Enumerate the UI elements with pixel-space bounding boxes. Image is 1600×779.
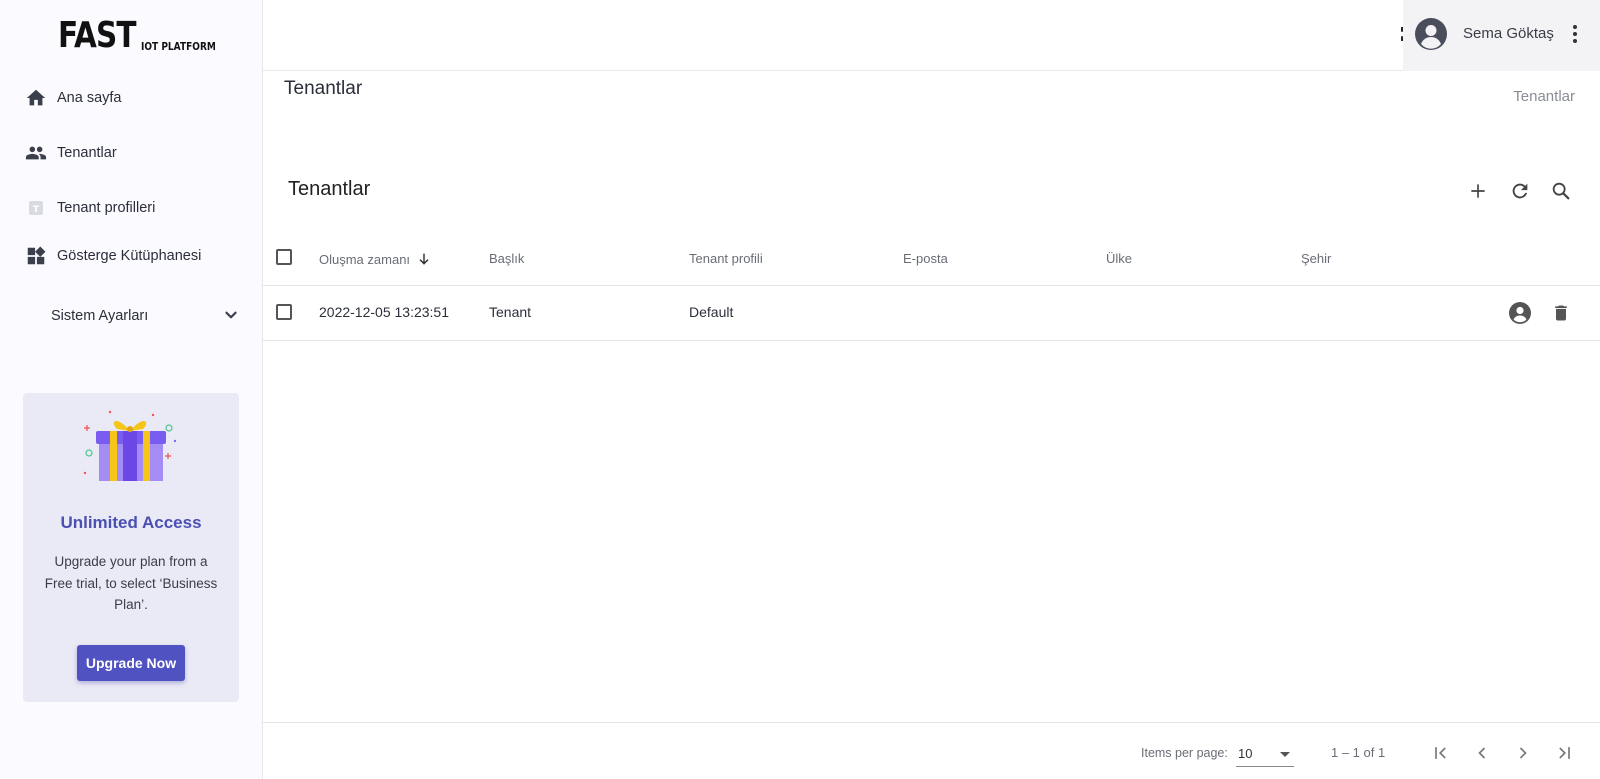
- logo[interactable]: FAST IOT PLATFORM: [58, 14, 232, 54]
- column-header-label: Oluşma zamanı: [319, 251, 411, 267]
- upgrade-promo-card: Unlimited Access Upgrade your plan from …: [23, 393, 239, 702]
- gift-icon: [79, 407, 183, 483]
- logo-main-text: FAST: [58, 15, 137, 56]
- sidebar-item-widget-library[interactable]: Gösterge Kütüphanesi: [24, 244, 201, 268]
- column-header-city[interactable]: Şehir: [1301, 251, 1331, 266]
- first-page-icon[interactable]: [1427, 739, 1455, 767]
- users-icon: [24, 141, 48, 165]
- more-vert-icon[interactable]: [1563, 22, 1587, 46]
- previous-page-icon[interactable]: [1468, 739, 1496, 767]
- breadcrumb[interactable]: Tenantlar: [1513, 88, 1575, 105]
- logo-sub-text: IOT PLATFORM: [140, 40, 216, 53]
- page-title: Tenantlar: [284, 78, 363, 99]
- column-header-created[interactable]: Oluşma zamanı: [319, 251, 432, 267]
- select-all-checkbox[interactable]: [276, 249, 292, 265]
- column-header-country[interactable]: Ülke: [1106, 251, 1132, 266]
- tenants-table: Oluşma zamanı Başlık Tenant profili E-po…: [263, 232, 1600, 341]
- svg-text:T: T: [33, 205, 40, 215]
- tenant-profile-icon: T: [24, 196, 48, 220]
- table-row[interactable]: 2022-12-05 13:23:51 Tenant Default: [263, 286, 1600, 341]
- refresh-icon[interactable]: [1507, 178, 1533, 204]
- home-icon: [24, 86, 48, 110]
- chevron-down-icon[interactable]: [222, 306, 240, 324]
- app-root: FAST IOT PLATFORM Ana sayfa Tenantlar T …: [0, 0, 1600, 779]
- trash-icon[interactable]: [1548, 300, 1574, 326]
- cell-title: Tenant: [489, 304, 532, 320]
- next-page-icon[interactable]: [1509, 739, 1537, 767]
- avatar-icon: [1415, 18, 1447, 50]
- user-menu[interactable]: Sema Göktaş: [1403, 0, 1600, 71]
- sidebar-item-label: Tenant profilleri: [57, 200, 156, 216]
- page-size-value: 10: [1238, 746, 1253, 761]
- sidebar-item-system-settings[interactable]: Sistem Ayarları: [51, 304, 148, 328]
- last-page-icon[interactable]: [1550, 739, 1578, 767]
- add-icon[interactable]: [1465, 178, 1491, 204]
- page-size-select[interactable]: 10: [1236, 741, 1294, 767]
- sidebar-item-label: Ana sayfa: [57, 90, 122, 106]
- cell-created: 2022-12-05 13:23:51: [319, 304, 449, 320]
- column-header-tenant-profile[interactable]: Tenant profili: [689, 251, 763, 266]
- upgrade-now-button[interactable]: Upgrade Now: [77, 645, 185, 681]
- sidebar-item-home[interactable]: Ana sayfa: [24, 86, 122, 110]
- user-name: Sema Göktaş: [1463, 25, 1554, 42]
- promo-title: Unlimited Access: [60, 513, 202, 532]
- sidebar-item-tenant-profiles[interactable]: T Tenant profilleri: [24, 196, 155, 220]
- page-range: 1 – 1 of 1: [1331, 745, 1386, 760]
- search-icon[interactable]: [1548, 178, 1574, 204]
- paginator: Items per page: 10 1 – 1 of 1: [263, 722, 1600, 779]
- sidebar-item-tenants[interactable]: Tenantlar: [24, 141, 117, 165]
- sidebar-item-label: Sistem Ayarları: [51, 308, 149, 324]
- card-title: Tenantlar: [288, 178, 371, 200]
- tenant-admins-icon[interactable]: [1507, 300, 1533, 326]
- sidebar-item-label: Gösterge Kütüphanesi: [57, 248, 202, 264]
- widgets-icon: [24, 244, 48, 268]
- items-per-page-label: Items per page:: [1141, 746, 1228, 760]
- dropdown-arrow-icon: [1280, 752, 1290, 757]
- tenants-card: Tenantlar Oluşma zamanı Başlık Tenant pr…: [263, 150, 1600, 779]
- table-header-row: Oluşma zamanı Başlık Tenant profili E-po…: [263, 232, 1600, 286]
- topbar: 3 Sema Göktaş: [263, 0, 1600, 71]
- row-checkbox[interactable]: [276, 304, 292, 320]
- column-header-title[interactable]: Başlık: [489, 251, 524, 266]
- sidebar-item-label: Tenantlar: [57, 145, 117, 161]
- cell-tenant-profile: Default: [689, 304, 734, 320]
- column-header-email[interactable]: E-posta: [903, 251, 948, 266]
- promo-text: Upgrade your plan from a Free trial, to …: [44, 554, 218, 612]
- sidebar: FAST IOT PLATFORM Ana sayfa Tenantlar T …: [0, 0, 263, 779]
- sort-arrow-down-icon: [416, 251, 432, 267]
